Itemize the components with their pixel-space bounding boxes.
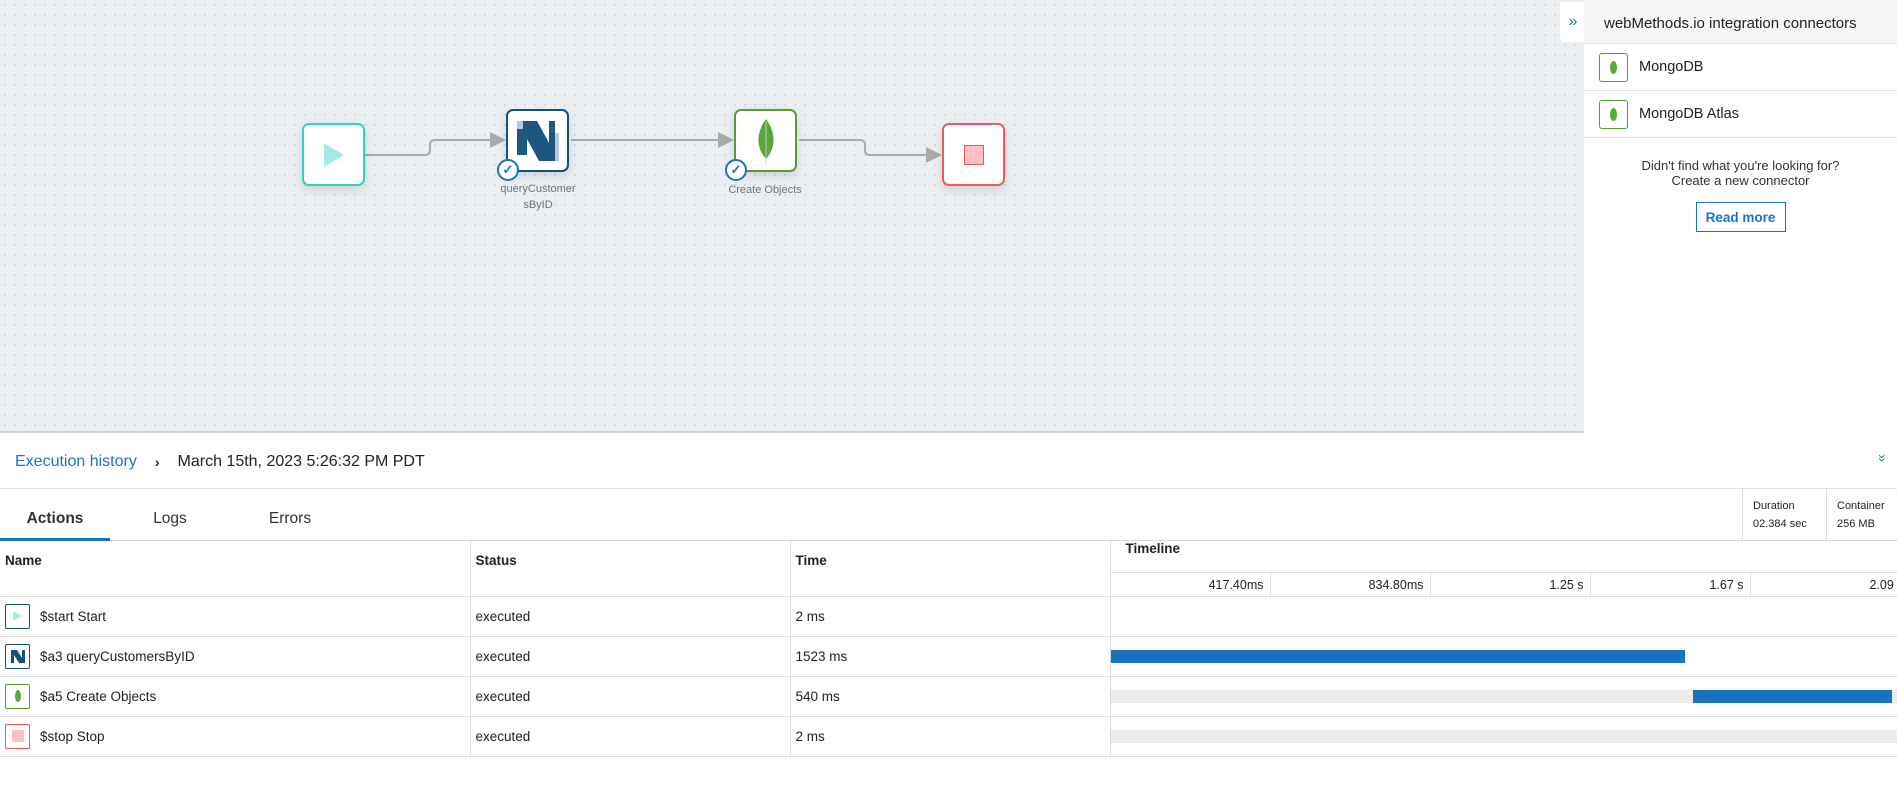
tab-bar: Actions Logs Errors Duration 02.384 sec C…	[0, 489, 1897, 541]
timeline-cell	[1110, 716, 1897, 757]
panel-toggle-button[interactable]: »	[1560, 2, 1586, 42]
node-label: queryCustomer sByID	[500, 183, 576, 211]
mongodb-leaf-icon	[1599, 99, 1628, 129]
connectors-panel: webMethods.io integration connectors Mon…	[1584, 0, 1897, 433]
row-status: executed	[470, 596, 791, 637]
create-objects-node[interactable]: ✓	[725, 109, 797, 181]
stop-icon	[963, 144, 984, 165]
mongodb-leaf-icon	[5, 683, 30, 709]
timeline-tick: 1.67 s	[1591, 572, 1751, 596]
connector-label: MongoDB	[1639, 59, 1704, 75]
tab-errors[interactable]: Errors	[250, 489, 330, 541]
container-stat: Container 256 MB	[1826, 489, 1897, 541]
tab-actions[interactable]: Actions	[0, 489, 110, 541]
read-more-button[interactable]: Read more	[1695, 202, 1786, 232]
header-name[interactable]: Name	[0, 541, 471, 597]
query-customers-node[interactable]: ✓	[497, 109, 569, 181]
connector-mongodb[interactable]: MongoDB	[1584, 44, 1897, 91]
chevron-right-icon: ›	[154, 453, 160, 470]
breadcrumb-current: March 15th, 2023 5:26:32 PM PDT	[177, 452, 425, 470]
table-row[interactable]: $a3 queryCustomersByID executed 1523 ms	[0, 636, 1897, 677]
row-time: 2 ms	[790, 596, 1111, 637]
edge	[799, 139, 942, 163]
timeline-tick: 2.09 s	[1751, 573, 1897, 596]
stop-node[interactable]	[942, 123, 1005, 186]
table-row[interactable]: $start Start executed 2 ms	[0, 596, 1897, 637]
timeline-bar	[1110, 649, 1685, 663]
actions-table: Name Status Time Timeline 417.40ms 834.8…	[0, 541, 1897, 757]
timeline-tick: 1.25 s	[1431, 572, 1591, 596]
row-name: $a5 Create Objects	[40, 688, 157, 704]
connector-label: MongoDB Atlas	[1639, 106, 1739, 122]
mongodb-leaf-icon	[1599, 52, 1628, 82]
duration-stat: Duration 02.384 sec	[1742, 489, 1826, 541]
breadcrumb-execution-history[interactable]: Execution history	[15, 453, 137, 471]
n-logo-icon	[514, 118, 561, 163]
table-header: Name Status Time Timeline 417.40ms 834.8…	[0, 541, 1897, 597]
row-status: executed	[470, 716, 791, 757]
panel-title: webMethods.io integration connectors	[1584, 0, 1897, 44]
timeline-cell	[1110, 676, 1897, 717]
row-name: $stop Stop	[40, 728, 105, 744]
tab-logs[interactable]: Logs	[130, 489, 210, 541]
stop-icon	[5, 723, 30, 749]
connectors	[365, 132, 942, 163]
timeline-tick: 417.40ms	[1111, 572, 1271, 596]
header-status[interactable]: Status	[470, 541, 791, 597]
executed-check-icon: ✓	[497, 159, 519, 181]
table-row[interactable]: $stop Stop executed 2 ms	[0, 716, 1897, 757]
row-time: 1523 ms	[790, 636, 1111, 677]
mongodb-leaf-icon	[757, 118, 774, 163]
executed-check-icon: ✓	[725, 159, 747, 181]
breadcrumb: Execution history › March 15th, 2023 5:2…	[0, 435, 1897, 489]
connector-mongodb-atlas[interactable]: MongoDB Atlas	[1584, 91, 1897, 138]
timeline-bar	[1692, 689, 1892, 703]
header-timeline: Timeline 417.40ms 834.80ms 1.25 s 1.67 s…	[1110, 541, 1897, 597]
row-name: $start Start	[40, 608, 107, 624]
row-name: $a3 queryCustomersByID	[40, 648, 195, 664]
table-row[interactable]: $a5 Create Objects executed 540 ms	[0, 676, 1897, 717]
row-status: executed	[470, 636, 791, 677]
timeline-cell	[1110, 596, 1897, 637]
play-icon	[323, 142, 344, 167]
timeline-cell	[1110, 636, 1897, 677]
timeline-ticks: 417.40ms 834.80ms 1.25 s 1.67 s 2.09 s	[1110, 571, 1897, 596]
row-status: executed	[470, 676, 791, 717]
start-icon	[5, 603, 30, 629]
edge	[365, 132, 506, 156]
row-time: 540 ms	[790, 676, 1111, 717]
timeline-track	[1110, 729, 1897, 743]
not-found-message: Didn't find what you're looking for? Crea…	[1641, 158, 1840, 188]
header-time[interactable]: Time	[790, 541, 1111, 597]
collapse-icon[interactable]: »	[1875, 454, 1891, 462]
timeline-tick: 834.80ms	[1271, 572, 1431, 596]
row-time: 2 ms	[790, 716, 1111, 757]
n-logo-icon	[5, 643, 30, 669]
start-node[interactable]	[302, 123, 365, 186]
node-label: Create Objects	[728, 184, 802, 196]
